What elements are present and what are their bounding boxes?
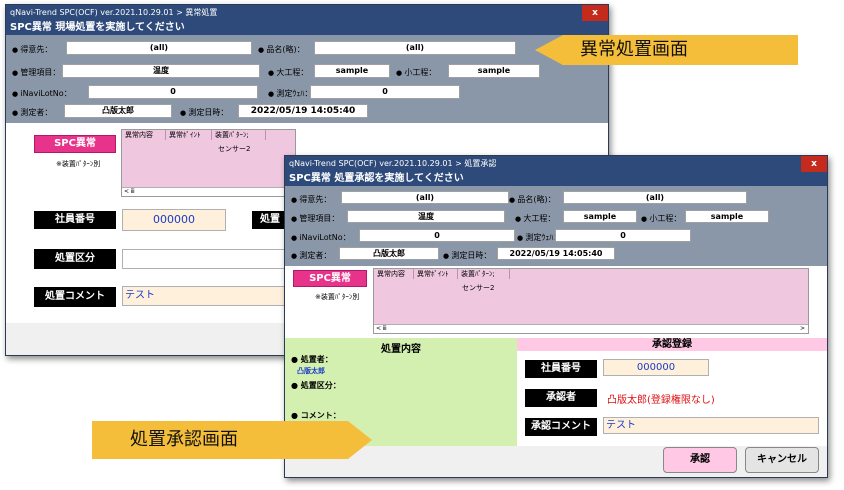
subprocess-field[interactable]: sample	[448, 64, 540, 78]
customer-field[interactable]: (all)	[341, 191, 509, 204]
customer-field[interactable]: (all)	[66, 41, 252, 55]
approval-header: 承認登録	[517, 338, 827, 351]
process-field[interactable]: sample	[563, 210, 637, 223]
subprocess-label: 小工程：	[396, 67, 436, 78]
measurer-label: 測定者：	[12, 107, 52, 118]
grid-header: 装置ﾊﾟﾀｰﾝ;	[214, 130, 266, 140]
item-label: 管理項目：	[12, 67, 60, 78]
info-panel: 得意先： (all) 品名(略)： (all) 管理項目： 温度 大工程： sa…	[285, 186, 827, 266]
product-field[interactable]: (all)	[563, 191, 747, 204]
employee-number-input[interactable]: 000000	[603, 359, 709, 376]
anomaly-grid: 異常内容 異常ﾎﾟｲﾝﾄ 装置ﾊﾟﾀｰﾝ; センサー2 < ⅲ	[121, 129, 296, 197]
treatment-category-label: ● 処置区分：	[291, 381, 341, 390]
callout-bottom-arrow	[348, 421, 372, 459]
equipment-pattern-note: ※装置ﾊﾟﾀｰﾝ別	[315, 293, 360, 301]
treatment-label-partial: 処置	[252, 211, 286, 229]
date-field[interactable]: 2022/05/19 14:05:40	[238, 104, 368, 118]
measurer-label: 測定者：	[291, 250, 331, 261]
lot-label: iNaviLotNo：	[12, 88, 71, 99]
callout-treatment-approval: 処置承認画面	[92, 421, 348, 459]
window-title: qNavi-Trend SPC(OCF) ver.2021.10.29.01 >…	[285, 156, 827, 172]
product-label: 品名(略)：	[509, 194, 555, 205]
wafer-field[interactable]: 0	[310, 85, 460, 99]
grid-header: 異常内容	[376, 269, 414, 279]
callout-anomaly-treatment: 異常処置画面	[562, 35, 798, 65]
scroll-right-arrow[interactable]: >	[800, 325, 805, 333]
item-field[interactable]: 温度	[347, 210, 505, 223]
horizontal-scrollbar[interactable]: < ⅲ >	[374, 324, 808, 333]
callout-top-arrow	[535, 35, 563, 65]
employee-number-label: 社員番号	[34, 211, 116, 229]
process-label: 大工程：	[515, 213, 555, 224]
cancel-button[interactable]: キャンセル	[745, 447, 819, 473]
approval-comment-label: 承認コメント	[525, 418, 597, 436]
anomaly-grid: 異常内容 異常ﾎﾟｲﾝﾄ 装置ﾊﾟﾀｰﾝ; センサー2 < ⅲ >	[373, 268, 809, 334]
date-label: 測定日時：	[443, 250, 491, 261]
product-field[interactable]: (all)	[314, 41, 516, 55]
product-label: 品名(略)：	[258, 44, 304, 55]
treatment-category-label: 処置区分	[34, 249, 116, 269]
approver-value: 凸版太郎(登録権限なし)	[607, 395, 715, 406]
subprocess-field[interactable]: sample	[685, 210, 769, 223]
grid-header: 異常内容	[124, 130, 166, 140]
process-field[interactable]: sample	[314, 64, 390, 78]
scroll-left-arrow[interactable]: < ⅲ	[376, 325, 387, 333]
spc-anomaly-button[interactable]: SPC異常	[293, 270, 367, 287]
treatment-comment-label: ● コメント：	[291, 411, 341, 420]
lot-field[interactable]: 0	[359, 229, 515, 242]
spc-anomaly-button[interactable]: SPC異常	[34, 135, 116, 153]
measurer-field[interactable]: 凸版太郎	[64, 104, 172, 118]
page-header: SPC異常 現場処置を実施してください	[6, 21, 608, 35]
wafer-field[interactable]: 0	[555, 229, 691, 242]
grid-header: 異常ﾎﾟｲﾝﾄ	[416, 269, 458, 279]
lot-field[interactable]: 0	[88, 85, 258, 99]
approval-comment-input[interactable]: テスト	[603, 417, 819, 434]
grid-header: 異常ﾎﾟｲﾝﾄ	[168, 130, 212, 140]
window-title: qNavi-Trend SPC(OCF) ver.2021.10.29.01 >…	[6, 5, 608, 21]
close-button[interactable]: x	[582, 5, 608, 21]
customer-label: 得意先：	[12, 44, 52, 55]
close-button[interactable]: x	[801, 156, 827, 172]
approver-label: 承認者	[525, 389, 597, 407]
employee-number-label: 社員番号	[525, 360, 597, 378]
grid-cell: センサー2	[462, 284, 495, 292]
treater-label: ● 処置者：	[291, 355, 333, 364]
treatment-comment-input[interactable]: テスト	[122, 286, 286, 306]
measurer-field[interactable]: 凸版太郎	[339, 247, 439, 260]
item-field[interactable]: 温度	[62, 64, 260, 78]
subprocess-label: 小工程：	[641, 213, 681, 224]
horizontal-scrollbar[interactable]: < ⅲ	[122, 187, 295, 196]
page-header: SPC異常 処置承認を実施してください	[285, 172, 827, 186]
customer-label: 得意先：	[291, 194, 331, 205]
approval-panel: 承認登録 社員番号 000000 承認者 凸版太郎(登録権限なし) 承認コメント…	[517, 338, 827, 446]
employee-number-input[interactable]: 000000	[122, 209, 226, 231]
treatment-comment-label: 処置コメント	[34, 287, 116, 307]
treater-value: 凸版太郎	[297, 367, 325, 375]
process-label: 大工程：	[268, 67, 308, 78]
wafer-label: 測定ｳｪﾊ：	[268, 88, 312, 99]
date-label: 測定日時：	[180, 107, 228, 118]
info-panel: 得意先： (all) 品名(略)： (all) 管理項目： 温度 大工程： sa…	[6, 35, 608, 123]
approve-button[interactable]: 承認	[663, 447, 737, 473]
item-label: 管理項目：	[291, 213, 339, 224]
treatment-category-select[interactable]	[122, 249, 286, 269]
grid-header: 装置ﾊﾟﾀｰﾝ;	[460, 269, 510, 279]
equipment-pattern-note: ※装置ﾊﾟﾀｰﾝ別	[56, 160, 101, 168]
date-field[interactable]: 2022/05/19 14:05:40	[497, 247, 615, 260]
grid-cell: センサー2	[218, 145, 251, 153]
lot-label: iNaviLotNo：	[291, 232, 350, 243]
treatment-detail-header: 処置内容	[381, 344, 421, 355]
main-area: SPC異常 ※装置ﾊﾟﾀｰﾝ別 異常内容 異常ﾎﾟｲﾝﾄ 装置ﾊﾟﾀｰﾝ; セン…	[285, 266, 827, 338]
